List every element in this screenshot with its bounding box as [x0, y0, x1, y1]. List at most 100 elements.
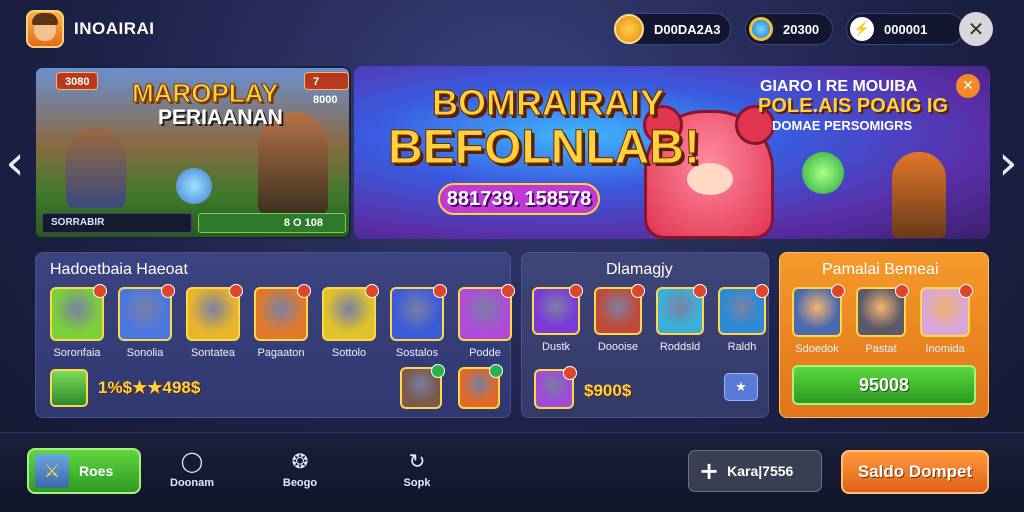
magic-item-tile[interactable]	[656, 284, 707, 335]
price-item-tile[interactable]	[534, 366, 577, 409]
magic-item-tile[interactable]	[718, 284, 769, 335]
tile-label: Pagaaton	[257, 347, 305, 359]
panel-dlamagjy-title: Dlamagjy	[606, 261, 673, 278]
banner-amount: 881739. 158578	[438, 183, 600, 215]
hero-item-tile[interactable]	[50, 284, 107, 341]
buy-button[interactable]: 95008	[792, 365, 976, 405]
green-monster	[802, 152, 844, 194]
tile-label: Inomida	[925, 343, 965, 355]
currency-gold[interactable]: D00DA2A3	[614, 13, 731, 45]
tile-label: Sostalos	[395, 347, 439, 359]
hero-character-left	[66, 128, 126, 208]
plus-icon: +	[699, 457, 720, 485]
hero-item-tile[interactable]	[254, 284, 311, 341]
tile-badge	[489, 364, 503, 378]
nav-home-button[interactable]: ⚔ Roes	[27, 448, 141, 494]
tile-label: Raldh	[727, 341, 757, 353]
banner-main-title-2: BEFOLNLAB!	[388, 121, 701, 175]
tile-badge	[959, 284, 973, 298]
hero-item-tile[interactable]	[458, 284, 515, 341]
currency-gem[interactable]: 20300	[745, 13, 833, 45]
banner-close-button[interactable]: ✕	[956, 74, 980, 98]
banner-side-line3: DOMAE PERSOMIGRS	[772, 118, 913, 133]
tile-label: Sdoedok	[795, 343, 839, 355]
wallet-balance-button[interactable]: Saldo Dompet	[841, 450, 989, 494]
hero-item-tile[interactable]	[390, 284, 447, 341]
tile-badge	[365, 284, 379, 298]
banner-main-title: BOMRAIRAIY	[432, 82, 665, 124]
nav-item-doonam[interactable]: ◯ Doonam	[152, 449, 232, 489]
tile-badge	[693, 284, 707, 298]
panel-dlamagjy: Dlamagjy Dustk Doooise Roddsld Raldh $900$ …	[521, 252, 769, 418]
star-button[interactable]: ★	[724, 373, 758, 401]
special-item-tile[interactable]	[920, 284, 973, 337]
banner-left-button[interactable]: 8 O 108	[198, 213, 346, 233]
circle-icon: ◯	[180, 449, 204, 473]
coins-value: 1%$★★498$	[98, 378, 201, 397]
hero-item-tile[interactable]	[118, 284, 175, 341]
tile-label: Podde	[469, 347, 501, 359]
banner-tag-right: 7 8000	[304, 72, 349, 106]
tile-badge	[297, 284, 311, 298]
banner-left-input[interactable]: SORRABIR	[42, 213, 192, 233]
tile-badge	[431, 364, 445, 378]
monster-creature	[176, 168, 212, 204]
tile-badge	[229, 284, 243, 298]
nav-item-label: Doonam	[170, 477, 214, 489]
carousel-prev-arrow[interactable]: ‹	[0, 135, 30, 191]
promo-banner-left[interactable]: 3080 7 8000 MAROPLAY PERIAANAN SORRABIR …	[34, 66, 351, 239]
nav-item-label: Sopk	[403, 477, 431, 489]
fox-warrior	[892, 152, 946, 238]
coins-row[interactable]: 1%$★★498$	[50, 369, 220, 407]
magic-item-tile[interactable]	[594, 284, 645, 335]
tile-badge	[831, 284, 845, 298]
bottom-nav: ⚔ Roes ◯ Doonam ❂ Beogo ↻ Sopk + Kara|7556 Sa…	[0, 432, 1024, 512]
sword-icon: ⚔	[35, 454, 69, 488]
panel-special-title: Pamalai Bemeai	[822, 261, 939, 278]
banner-side-line1: GIARO I RE MOUIBA	[760, 78, 918, 95]
player-avatar[interactable]	[26, 10, 64, 48]
nav-item-sopk[interactable]: ↻ Sopk	[377, 449, 457, 489]
nav-item-beogo[interactable]: ❂ Beogo	[260, 449, 340, 489]
tile-label: Sottolo	[331, 347, 367, 359]
tile-label: Pastat	[865, 343, 897, 355]
tile-badge	[563, 366, 577, 380]
promo-banner-main[interactable]: BOMRAIRAIY BEFOLNLAB! 881739. 158578 GIA…	[354, 66, 990, 239]
tile-badge	[93, 284, 107, 298]
special-item-tile[interactable]	[792, 284, 845, 337]
hero-item-tile[interactable]	[186, 284, 243, 341]
banner-side-line2: POLE.AIS POAIG IG	[758, 95, 949, 117]
panel-dlamagjy-price: $900$	[584, 381, 632, 400]
bear-coin-icon	[614, 14, 644, 44]
extra-item-tile[interactable]	[458, 364, 503, 409]
close-button[interactable]: ✕	[959, 12, 993, 46]
add-funds-button[interactable]: + Kara|7556	[688, 450, 822, 492]
extra-item-tile[interactable]	[400, 364, 445, 409]
currency-energy-value: 000001	[884, 21, 931, 37]
carousel-next-arrow[interactable]: ›	[993, 135, 1023, 191]
lightning-icon: ⚡	[850, 17, 874, 41]
nav-home-label: Roes	[79, 463, 114, 479]
tile-label: Roddsld	[659, 341, 701, 353]
magic-item-tile[interactable]	[532, 284, 583, 335]
currency-gold-value: D00DA2A3	[654, 21, 721, 37]
banner-left-title: MAROPLAY	[131, 78, 279, 109]
tile-label: Doooise	[597, 341, 639, 353]
brand-title: INOAIRAI	[74, 19, 155, 38]
currency-energy[interactable]: ⚡ 000001	[846, 13, 964, 45]
tile-badge	[161, 284, 175, 298]
refresh-icon: ↻	[408, 449, 426, 473]
top-bar: INOAIRAI D00DA2A3 20300 ⚡ 000001 ✕	[0, 0, 1024, 58]
gem-coin-icon	[749, 17, 773, 41]
special-item-tile[interactable]	[856, 284, 909, 337]
tile-badge	[631, 284, 645, 298]
panel-heroes-title: Hadoetbaia Haeoat	[50, 261, 188, 278]
hero-item-tile[interactable]	[322, 284, 379, 341]
tile-label: Dustk	[541, 341, 571, 353]
panel-special: Pamalai Bemeai Sdoedok Pastat Inomida 9500…	[779, 252, 989, 418]
nav-item-label: Beogo	[282, 477, 318, 489]
avatar-face	[32, 13, 58, 41]
tile-badge	[569, 284, 583, 298]
tile-badge	[755, 284, 769, 298]
tile-label: Sontatea	[190, 347, 236, 359]
